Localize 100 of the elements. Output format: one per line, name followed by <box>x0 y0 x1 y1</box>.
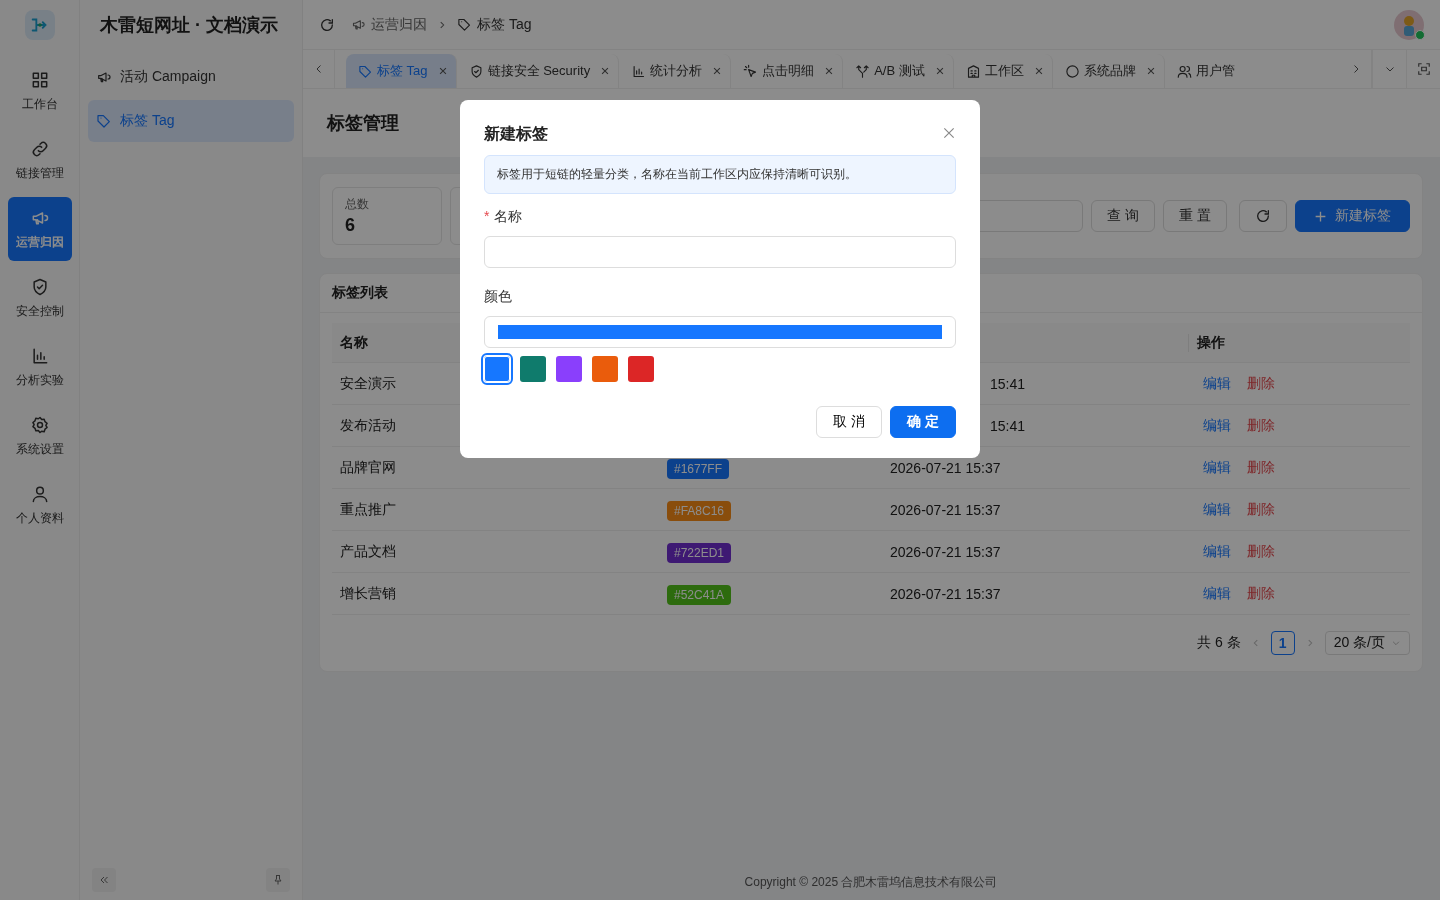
table-cell: 2026-07-21 15:37 <box>890 501 1001 518</box>
pin-button[interactable] <box>266 868 290 892</box>
chevron-down-icon <box>1391 638 1401 648</box>
table-cell-text: 增长营销 <box>339 584 397 603</box>
delete-link[interactable]: 删除 <box>1247 542 1275 561</box>
tag-icon <box>96 113 112 129</box>
modal-title: 新建标签 <box>484 124 548 144</box>
page-size-select[interactable]: 20 条/页 <box>1324 631 1410 655</box>
close-icon[interactable] <box>934 66 945 76</box>
close-icon[interactable] <box>1145 66 1156 76</box>
breadcrumb-item[interactable]: 标签 Tag <box>477 15 532 34</box>
tag-icon <box>457 17 472 32</box>
nav-item[interactable]: 运营归因 <box>7 197 72 261</box>
pin-icon <box>272 874 284 886</box>
field-label: 颜色 <box>484 288 512 306</box>
table-cell-text: 重点推广 <box>339 500 397 519</box>
edit-link[interactable]: 编辑 <box>1203 374 1231 393</box>
tag-icon <box>358 63 373 79</box>
cancel-button[interactable]: 取 消 <box>816 406 883 438</box>
cursor-click-icon <box>743 63 759 79</box>
table-cell: 2026-07-21 15:37 <box>890 543 1001 560</box>
tab[interactable]: 统计分析 <box>619 54 732 88</box>
table-cell-text: 安全演示 <box>339 374 397 393</box>
app-title: 木雷短网址 · 文档演示 <box>99 14 279 37</box>
color-tag: #1677FF <box>667 458 730 479</box>
refresh-icon <box>1255 208 1271 224</box>
delete-link[interactable]: 删除 <box>1247 584 1275 603</box>
close-icon[interactable] <box>942 125 956 140</box>
refresh-button[interactable] <box>1239 200 1287 232</box>
filter-button[interactable]: 查 询 <box>1091 200 1156 232</box>
color-swatch[interactable] <box>592 356 618 382</box>
nav-item[interactable]: 安全控制 <box>7 266 72 330</box>
delete-link[interactable]: 删除 <box>1247 374 1275 393</box>
color-tag: #FA8C16 <box>667 500 732 521</box>
filter-button[interactable]: 重 置 <box>1163 200 1227 232</box>
page-title: 标签管理 <box>327 112 399 135</box>
chevron-right-icon <box>437 19 447 30</box>
nav-item[interactable]: 系统设置 <box>7 404 72 468</box>
close-icon[interactable] <box>600 66 611 76</box>
name-input[interactable] <box>484 236 956 268</box>
tab[interactable]: 用户管 <box>1164 54 1243 88</box>
color-swatch[interactable] <box>556 356 582 382</box>
collapse-button[interactable] <box>92 868 116 892</box>
nav-item[interactable]: 个人资料 <box>7 473 72 537</box>
tab[interactable]: 系统品牌 <box>1052 54 1165 88</box>
color-field[interactable] <box>484 316 956 348</box>
tab[interactable]: 点击明细 <box>731 54 844 88</box>
color-tag: #722ED1 <box>667 542 732 563</box>
delete-link[interactable]: 删除 <box>1247 500 1275 519</box>
shield-icon <box>468 63 484 79</box>
nav-item[interactable]: 分析实验 <box>7 335 72 399</box>
building-icon <box>965 63 981 79</box>
close-icon[interactable] <box>712 66 723 76</box>
breadcrumb-item[interactable]: 运营归因 <box>371 15 427 34</box>
edit-link[interactable]: 编辑 <box>1203 542 1231 561</box>
copyright-text: Copyright © 2025 合肥木雷坞信息技术有限公司 <box>743 874 999 891</box>
edit-link[interactable]: 编辑 <box>1203 416 1231 435</box>
table-cell-text: 产品文档 <box>339 542 397 561</box>
column-header: 操作 <box>1188 333 1410 352</box>
delete-link[interactable]: 删除 <box>1247 458 1275 477</box>
table-cell: 15:41 <box>990 375 1026 392</box>
color-tag: #52C41A <box>667 584 732 605</box>
card-title: 标签列表 <box>332 284 388 302</box>
table-cell: 2026-07-21 15:37 <box>890 585 1001 602</box>
close-icon[interactable] <box>437 66 448 76</box>
new-tag-button[interactable]: 新建标签 <box>1295 200 1410 232</box>
link-icon <box>29 138 50 159</box>
bar-chart-icon <box>631 63 647 79</box>
table-cell: 2026-07-21 15:37 <box>890 459 1001 476</box>
tab[interactable]: 链接安全 Security <box>456 54 620 88</box>
nav-item[interactable]: 工作台 <box>7 59 72 123</box>
plus-icon <box>1314 209 1327 223</box>
table-cell-text: 发布活动 <box>339 416 397 435</box>
info-alert: 标签用于短链的轻量分类，名称在当前工作区内应保持清晰可识别。 <box>484 155 956 194</box>
refresh-icon[interactable] <box>319 16 335 33</box>
menu-item[interactable]: 活动 Campaign <box>88 56 294 98</box>
edit-link[interactable]: 编辑 <box>1203 458 1231 477</box>
color-swatch[interactable] <box>628 356 654 382</box>
close-icon[interactable] <box>824 66 835 76</box>
field-label: 名称 <box>494 208 523 226</box>
stat-value: 6 <box>345 215 356 236</box>
user-avatar[interactable] <box>1394 9 1424 40</box>
close-icon[interactable] <box>1033 66 1044 76</box>
total-count: 共 6 条 <box>1197 634 1241 652</box>
color-swatch[interactable] <box>484 356 510 382</box>
edit-link[interactable]: 编辑 <box>1203 500 1231 519</box>
color-swatch[interactable] <box>520 356 546 382</box>
tab[interactable]: A/B 测试 <box>843 54 954 88</box>
split-arrow-icon <box>855 63 871 79</box>
double-chevron-left-icon <box>98 874 110 886</box>
table-cell: 15:41 <box>990 417 1026 434</box>
page-button[interactable]: 1 <box>1270 631 1295 655</box>
tab[interactable]: 工作区 <box>953 54 1053 88</box>
edit-link[interactable]: 编辑 <box>1203 584 1231 603</box>
confirm-button[interactable]: 确 定 <box>890 406 956 438</box>
nav-item[interactable]: 链接管理 <box>7 128 72 192</box>
delete-link[interactable]: 删除 <box>1247 416 1275 435</box>
app-logo[interactable] <box>24 10 55 40</box>
users-icon <box>1176 63 1192 79</box>
stat-label: 总数 <box>345 196 370 213</box>
